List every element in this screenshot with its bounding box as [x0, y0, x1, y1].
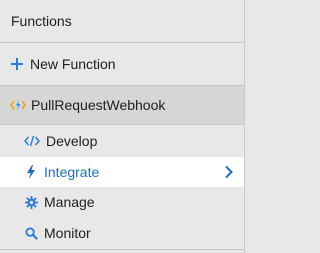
menu-item-integrate[interactable]: Integrate	[0, 157, 244, 187]
panel-title: Functions	[11, 13, 72, 29]
functions-panel: Functions New Function PullRequestWebhoo…	[0, 0, 245, 253]
menu-item-monitor[interactable]: Monitor	[0, 218, 244, 248]
panel-header: Functions	[0, 0, 244, 42]
menu-item-label: Manage	[44, 194, 95, 210]
gear-icon	[24, 195, 38, 209]
divider	[0, 124, 244, 125]
chevron-right-icon	[224, 165, 234, 179]
code-icon	[24, 134, 40, 148]
menu-item-label: Integrate	[44, 164, 100, 180]
function-item-pullrequestwebhook[interactable]: PullRequestWebhook	[0, 86, 244, 124]
menu-item-manage[interactable]: Manage	[0, 187, 244, 217]
lightning-icon	[24, 165, 38, 179]
new-function-button[interactable]: New Function	[0, 43, 244, 85]
plus-icon	[10, 57, 24, 71]
menu-item-label: Develop	[46, 133, 98, 149]
menu-item-develop[interactable]: Develop	[0, 126, 244, 156]
function-code-icon	[10, 98, 26, 112]
divider	[0, 249, 244, 250]
new-function-label: New Function	[30, 56, 116, 72]
function-name: PullRequestWebhook	[31, 97, 166, 113]
menu-item-label: Monitor	[44, 225, 91, 241]
search-icon	[24, 226, 38, 240]
